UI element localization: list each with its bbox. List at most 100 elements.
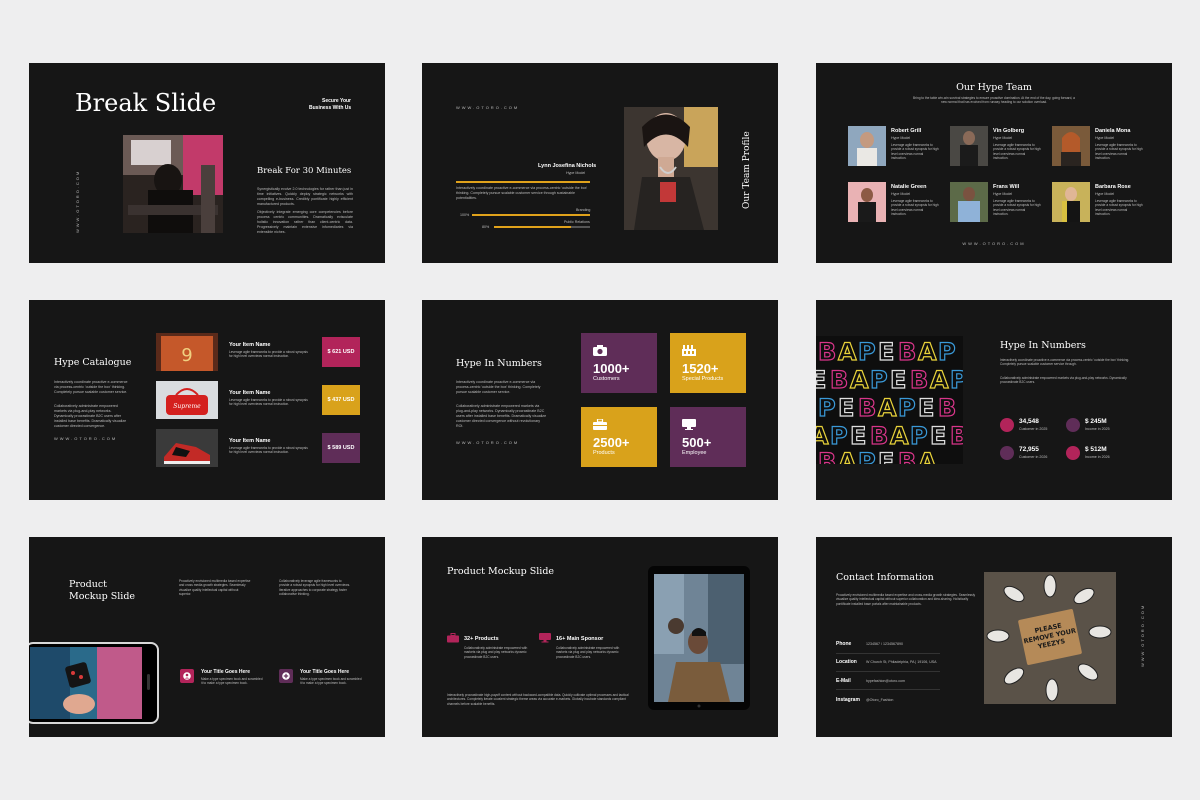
stat-number: 1520+	[682, 361, 719, 376]
slide-contact[interactable]: Contact Information Proactively envision…	[816, 537, 1172, 737]
contact-label-instagram: Instagram	[836, 697, 860, 703]
contact-intro: Proactively envisioned multimedia based …	[836, 593, 976, 606]
mockup-title-line-2: Mockup Slide	[69, 591, 136, 602]
profile-divider	[456, 181, 590, 183]
slide-title: Break Slide	[75, 89, 217, 117]
numbers-paragraph-2: Collaboratively administrate empowered m…	[456, 404, 547, 428]
stat-sponsor-desc: Collaboratively administrate empowered w…	[556, 646, 620, 659]
slide-product-mockup-tablet[interactable]: Product Mockup Slide 32+ Products Collab…	[422, 537, 778, 737]
skill-bar-pr	[494, 226, 590, 228]
svg-text:E: E	[930, 422, 946, 450]
stat-value: 72,955	[1019, 446, 1039, 453]
feature-2-title: Your Title Goes Here	[300, 669, 349, 675]
member-name: Frans Will	[993, 184, 1020, 190]
contact-value-phone[interactable]: 1234567 / 1234567890	[866, 642, 903, 647]
stat-value: $ 245M	[1085, 418, 1107, 425]
member-role: Hype Model	[993, 192, 1013, 196]
svg-text:B: B	[910, 366, 928, 394]
slide-numbers-tiles[interactable]: Hype In Numbers Interactively coordinate…	[422, 300, 778, 500]
svg-text:P: P	[858, 448, 876, 464]
price-badge: $ 589 USD	[322, 433, 360, 463]
member-desc: Leverage agile frameworks to provide a r…	[993, 199, 1041, 217]
contact-value-instagram[interactable]: @Otoro_Fashion	[866, 698, 893, 703]
svg-text:9: 9	[181, 345, 192, 366]
contact-divider	[836, 653, 940, 654]
member-role: Hype Model	[1095, 136, 1115, 140]
slide-numbers-pattern[interactable]: BAPEBAP EBAPEBAP PEBAPEB APEBAPEB BAPEBA…	[816, 300, 1172, 500]
slide-product-mockup-phone[interactable]: Product Mockup Slide Proactively envisio…	[29, 537, 385, 737]
slide-break[interactable]: Break Slide Secure Your Business With Us…	[29, 63, 385, 263]
svg-text:B: B	[818, 448, 836, 464]
skill-bar-fill-branding	[472, 214, 590, 216]
user-icon	[183, 672, 191, 680]
vertical-url: WWW.OTORO.COM	[1140, 603, 1145, 667]
catalogue-paragraph-1: Interactively coordinate proactive e-com…	[54, 380, 128, 394]
secure-text: Secure Your	[322, 98, 351, 104]
stat-number: 500+	[682, 435, 712, 450]
member-name: Robert Grill	[891, 128, 922, 134]
catalogue-title: Hype Catalogue	[54, 357, 132, 368]
svg-text:A: A	[816, 422, 829, 450]
svg-text:E: E	[838, 394, 854, 422]
member-desc: Leverage agile frameworks to provide a r…	[891, 143, 939, 161]
member-name: Natalie Green	[891, 184, 927, 190]
tablet-mockup	[648, 566, 750, 710]
svg-text:P: P	[818, 394, 836, 422]
stat-number: 1000+	[593, 361, 630, 376]
skill-label-pr: Public Relations	[564, 220, 590, 224]
bag-photo: Supreme	[156, 381, 218, 419]
site-url: WWW.OTORO.COM	[962, 241, 1026, 246]
member-desc: Leverage agile frameworks to provide a r…	[891, 199, 939, 217]
item-name: Your Item Name	[229, 342, 271, 348]
feature-1-desc: Make a type specimen book and scrambled …	[201, 677, 263, 686]
monitor-icon	[539, 633, 551, 643]
briefcase-icon	[447, 633, 459, 643]
contact-value-email[interactable]: hypefashion@otoro.com	[866, 679, 905, 684]
stat-products: 32+ Products	[464, 636, 499, 642]
feature-2-desc: Make a type specimen book and scrambled …	[300, 677, 362, 686]
contact-divider	[836, 671, 940, 672]
profile-name: Lynn Josefina Nichols	[538, 163, 597, 169]
member-photo-barbara	[1052, 182, 1090, 222]
svg-text:A: A	[838, 338, 857, 366]
numbers-paragraph-1: Interactively coordinate proactive e-com…	[456, 380, 541, 394]
stat-caption: Income in 2026	[1085, 455, 1110, 459]
member-photo-natalie	[848, 182, 886, 222]
slide-hype-team[interactable]: Our Hype Team Bring to the table win-win…	[816, 63, 1172, 263]
slide-catalogue[interactable]: Hype Catalogue Interactively coordinate …	[29, 300, 385, 500]
sneakers-circle-photo: PLEASEREMOVE YOURYEEZYS	[984, 572, 1116, 704]
bag-logo-text: Supreme	[173, 403, 201, 410]
svg-text:A: A	[850, 366, 869, 394]
team-intro: Bring to the table win-win survival stra…	[913, 96, 1075, 105]
svg-text:A: A	[918, 448, 937, 464]
stat-caption: Customer in 2026	[1019, 455, 1048, 459]
svg-text:P: P	[830, 422, 848, 450]
slide-team-profile[interactable]: WWW.OTORO.COM Lynn Josefina Nichols Hype…	[422, 63, 778, 263]
feature-1-title: Your Title Goes Here	[201, 669, 250, 675]
svg-text:B: B	[818, 338, 836, 366]
member-photo-robert	[848, 126, 886, 166]
svg-text:A: A	[918, 338, 937, 366]
stat-caption: Employee	[682, 450, 707, 456]
team-title: Our Hype Team	[956, 82, 1032, 93]
jersey-photo: 9	[156, 333, 218, 371]
profile-description: Interactively coordinate proactive e-com…	[456, 186, 588, 200]
mockup-footer-text: Interactively procrastinate high-payoff …	[447, 693, 629, 706]
stat-caption: Special Products	[682, 376, 724, 382]
sponsor-badge	[539, 633, 551, 643]
item-name: Your Item Name	[229, 390, 271, 396]
stat-caption: Customer in 2025	[1019, 427, 1048, 431]
member-photo-daniela	[1052, 126, 1090, 166]
skill-bar-branding	[472, 214, 590, 216]
contact-value-location[interactable]: W Church St, Philadelphia, PA | 19106, U…	[866, 660, 937, 665]
briefcase-icon	[593, 419, 607, 430]
stat-sponsor: 16+ Main Sponsor	[556, 636, 604, 642]
stat-dot	[1066, 418, 1080, 432]
svg-text:E: E	[918, 394, 934, 422]
price-badge: $ 621 USD	[322, 337, 360, 367]
member-role: Hype Model	[891, 136, 911, 140]
skill-bar-fill-pr	[494, 226, 571, 228]
numbers-paragraph-1: Interactively coordinate proactive e-com…	[1000, 358, 1130, 367]
item-desc: Leverage agile frameworks to provide a r…	[229, 398, 308, 407]
stat-caption: Income in 2025	[1085, 427, 1110, 431]
